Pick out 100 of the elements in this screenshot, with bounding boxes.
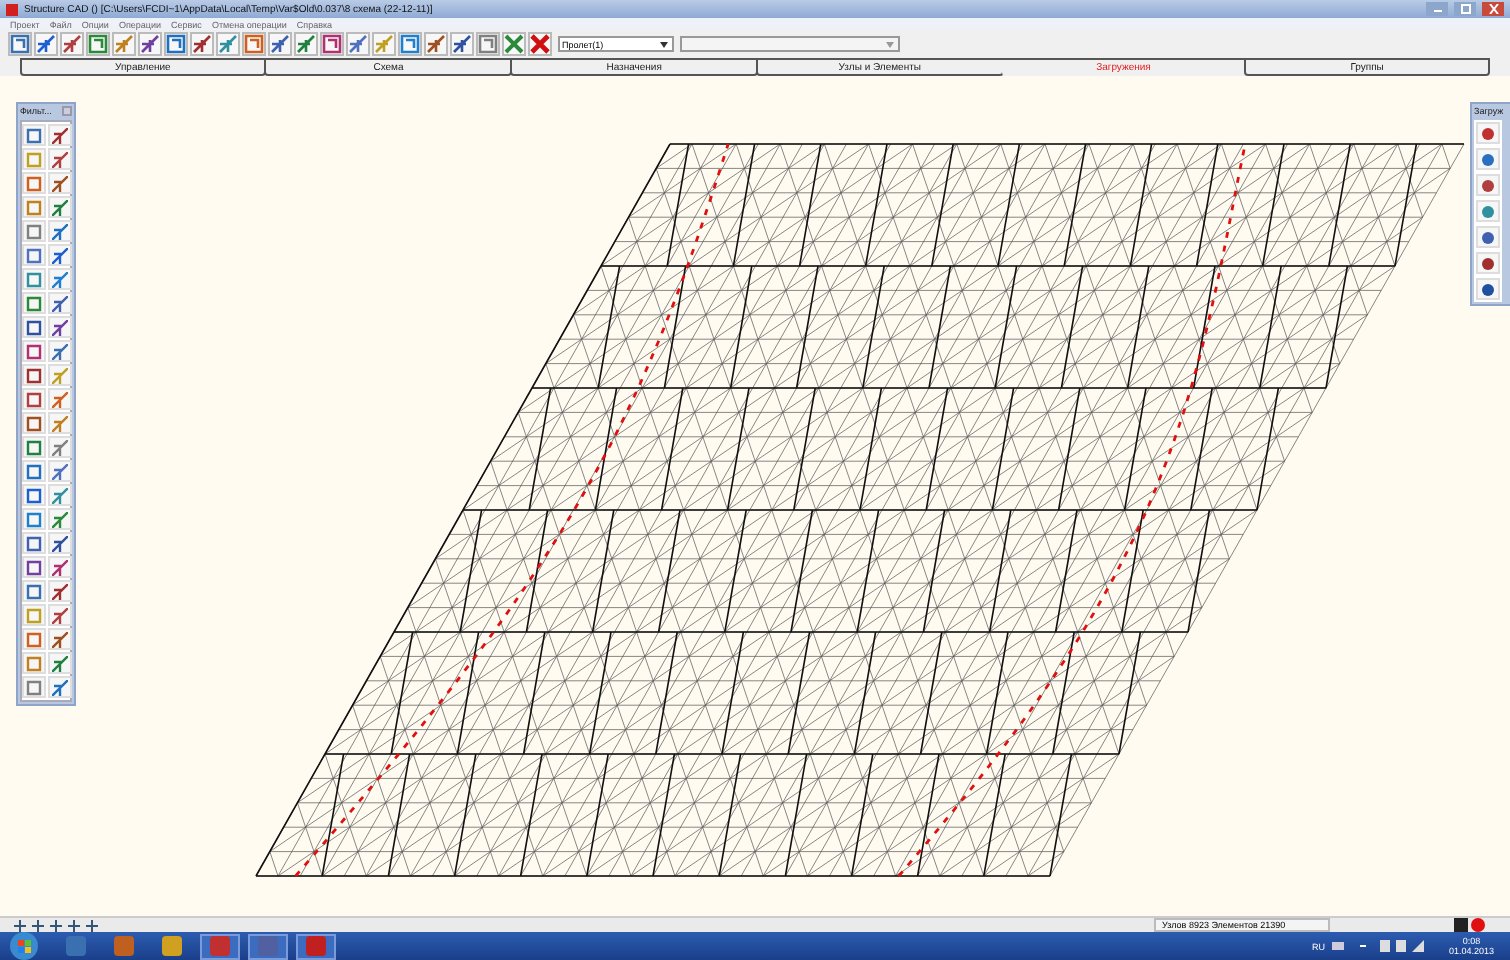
toolbar-button[interactable]: [242, 32, 266, 56]
app-icon: [160, 934, 184, 958]
palette-button[interactable]: [21, 340, 45, 362]
toolbar-button[interactable]: [164, 32, 188, 56]
palette-button[interactable]: [21, 556, 45, 578]
minimize-button[interactable]: [1426, 2, 1448, 16]
tool-icon: [51, 223, 67, 239]
palette-button[interactable]: [47, 220, 71, 242]
toolbar-button[interactable]: [450, 32, 474, 56]
palette-button[interactable]: [1476, 122, 1500, 144]
palette-button[interactable]: [47, 436, 71, 458]
palette-button[interactable]: [21, 292, 45, 314]
palette-button[interactable]: [47, 340, 71, 362]
palette-button[interactable]: [47, 316, 71, 338]
palette-button[interactable]: [47, 652, 71, 674]
palette-button[interactable]: [21, 628, 45, 650]
app-icon: [6, 3, 18, 15]
close-button[interactable]: [1482, 2, 1504, 16]
palette-button[interactable]: [21, 436, 45, 458]
start-button[interactable]: [8, 932, 40, 960]
palette-button[interactable]: [21, 412, 45, 434]
palette-button[interactable]: [47, 244, 71, 266]
palette-button[interactable]: [21, 532, 45, 554]
palette-button[interactable]: [21, 220, 45, 242]
view-icon: [67, 919, 79, 931]
tool-icon: [374, 34, 394, 54]
palette-button[interactable]: [1476, 148, 1500, 170]
toolbar-button[interactable]: [320, 32, 344, 56]
toolbar-button[interactable]: [216, 32, 240, 56]
palette-button[interactable]: [21, 580, 45, 602]
toolbar-button[interactable]: [112, 32, 136, 56]
toolbar-button[interactable]: [268, 32, 292, 56]
palette-button[interactable]: [47, 508, 71, 530]
close-icon: [1487, 4, 1499, 14]
palette-button[interactable]: [47, 676, 71, 698]
toolbar-button[interactable]: [398, 32, 422, 56]
palette-button[interactable]: [21, 676, 45, 698]
palette-button[interactable]: [1476, 252, 1500, 274]
palette-button[interactable]: [21, 124, 45, 146]
palette-button[interactable]: [21, 244, 45, 266]
toolbar-button[interactable]: [346, 32, 370, 56]
palette-button[interactable]: [1476, 278, 1500, 300]
palette-button[interactable]: [47, 604, 71, 626]
palette-button[interactable]: [47, 292, 71, 314]
palette-button[interactable]: [21, 508, 45, 530]
tool-icon: [218, 34, 238, 54]
taskbar-app-button[interactable]: [296, 933, 336, 959]
palette-button[interactable]: [47, 460, 71, 482]
palette-button[interactable]: [47, 484, 71, 506]
tool-icon: [51, 415, 67, 431]
status-button[interactable]: [12, 919, 26, 931]
toolbar-button[interactable]: [528, 32, 552, 56]
palette-button[interactable]: [47, 628, 71, 650]
palette-button[interactable]: [47, 172, 71, 194]
palette-button[interactable]: [21, 484, 45, 506]
toolbar-button[interactable]: [190, 32, 214, 56]
palette-button[interactable]: [21, 268, 45, 290]
palette-button[interactable]: [47, 412, 71, 434]
tool-icon: [270, 34, 290, 54]
toolbar-button[interactable]: [138, 32, 162, 56]
palette-button[interactable]: [21, 172, 45, 194]
palette-button[interactable]: [1476, 200, 1500, 222]
tool-icon: [400, 34, 420, 54]
tool-icon: [62, 34, 82, 54]
palette-button[interactable]: [47, 532, 71, 554]
toolbar-button[interactable]: [86, 32, 110, 56]
palette-button[interactable]: [47, 556, 71, 578]
tool-icon: [51, 319, 67, 335]
toolbar-button[interactable]: [294, 32, 318, 56]
palette-button[interactable]: [1476, 174, 1500, 196]
toolbar-button[interactable]: [424, 32, 448, 56]
tool-icon: [51, 559, 67, 575]
app-icon: [112, 934, 136, 958]
toolbar-button[interactable]: [60, 32, 84, 56]
palette-button[interactable]: [47, 580, 71, 602]
toolbar-button[interactable]: [8, 32, 32, 56]
tool-icon: [51, 655, 67, 671]
palette-button[interactable]: [21, 364, 45, 386]
tool-icon: [51, 343, 67, 359]
palette-button[interactable]: [21, 316, 45, 338]
toolbar-button[interactable]: [34, 32, 58, 56]
palette-button[interactable]: [47, 124, 71, 146]
palette-button[interactable]: [47, 268, 71, 290]
tool-icon: [192, 34, 212, 54]
maximize-button[interactable]: [1454, 2, 1476, 16]
palette-button[interactable]: [1476, 226, 1500, 248]
tool-icon: [51, 151, 67, 167]
palette-button[interactable]: [47, 388, 71, 410]
palette-button[interactable]: [21, 388, 45, 410]
dropdown-field[interactable]: [680, 36, 900, 52]
palette-button[interactable]: [47, 148, 71, 170]
tool-icon: [51, 391, 67, 407]
status-button[interactable]: [84, 919, 98, 931]
palette-button[interactable]: [47, 196, 71, 218]
status-button[interactable]: [30, 919, 44, 931]
toolbar-button[interactable]: [476, 32, 500, 56]
status-button[interactable]: [66, 919, 80, 931]
tool-icon: [88, 34, 108, 54]
status-button[interactable]: [48, 919, 62, 931]
palette-button[interactable]: [21, 460, 45, 482]
